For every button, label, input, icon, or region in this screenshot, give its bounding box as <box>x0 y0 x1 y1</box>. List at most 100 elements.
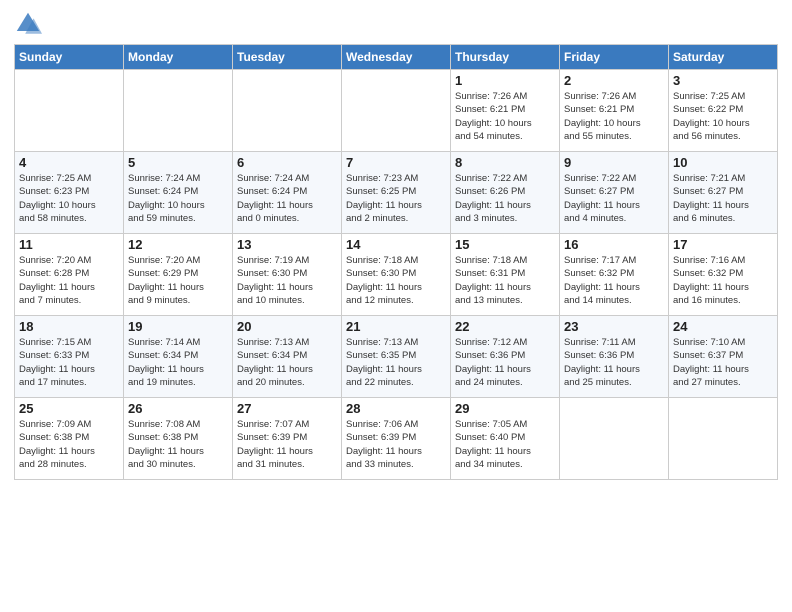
calendar-cell: 24 Sunrise: 7:10 AM Sunset: 6:37 PM Dayli… <box>669 316 778 398</box>
cell-info: Sunrise: 7:09 AM Sunset: 6:38 PM Dayligh… <box>19 418 119 471</box>
cell-date: 26 <box>128 401 228 416</box>
cell-info: Sunrise: 7:17 AM Sunset: 6:32 PM Dayligh… <box>564 254 664 307</box>
cell-info: Sunrise: 7:24 AM Sunset: 6:24 PM Dayligh… <box>128 172 228 225</box>
cell-info: Sunrise: 7:16 AM Sunset: 6:32 PM Dayligh… <box>673 254 773 307</box>
calendar-cell <box>669 398 778 480</box>
cell-info: Sunrise: 7:25 AM Sunset: 6:22 PM Dayligh… <box>673 90 773 143</box>
calendar-week-4: 18Sunrise: 7:15 AM Sunset: 6:33 PM Dayli… <box>15 316 778 398</box>
cell-date: 8 <box>455 155 555 170</box>
cell-date: 4 <box>19 155 119 170</box>
calendar-cell: 13Sunrise: 7:19 AM Sunset: 6:30 PM Dayli… <box>233 234 342 316</box>
cell-info: Sunrise: 7:11 AM Sunset: 6:36 PM Dayligh… <box>564 336 664 389</box>
logo-icon <box>14 10 42 38</box>
calendar-cell: 20 Sunrise: 7:13 AM Sunset: 6:34 PM Dayli… <box>233 316 342 398</box>
calendar-cell: 9 Sunrise: 7:22 AM Sunset: 6:27 PM Daylig… <box>560 152 669 234</box>
page: SundayMondayTuesdayWednesdayThursdayFrid… <box>0 0 792 612</box>
cell-date: 20 <box>237 319 337 334</box>
calendar-cell: 26Sunrise: 7:08 AM Sunset: 6:38 PM Dayli… <box>124 398 233 480</box>
cell-date: 27 <box>237 401 337 416</box>
day-header-monday: Monday <box>124 45 233 70</box>
cell-date: 17 <box>673 237 773 252</box>
calendar-week-3: 11 Sunrise: 7:20 AM Sunset: 6:28 PM Dayli… <box>15 234 778 316</box>
cell-info: Sunrise: 7:13 AM Sunset: 6:34 PM Dayligh… <box>237 336 337 389</box>
cell-info: Sunrise: 7:26 AM Sunset: 6:21 PM Dayligh… <box>455 90 555 143</box>
calendar-cell: 7 Sunrise: 7:23 AM Sunset: 6:25 PM Daylig… <box>342 152 451 234</box>
day-header-thursday: Thursday <box>451 45 560 70</box>
calendar-cell: 14Sunrise: 7:18 AM Sunset: 6:30 PM Dayli… <box>342 234 451 316</box>
calendar-cell: 5 Sunrise: 7:24 AM Sunset: 6:24 PM Daylig… <box>124 152 233 234</box>
calendar-cell: 19 Sunrise: 7:14 AM Sunset: 6:34 PM Dayli… <box>124 316 233 398</box>
cell-date: 6 <box>237 155 337 170</box>
cell-date: 24 <box>673 319 773 334</box>
calendar-cell: 10 Sunrise: 7:21 AM Sunset: 6:27 PM Dayli… <box>669 152 778 234</box>
calendar-cell: 27 Sunrise: 7:07 AM Sunset: 6:39 PM Dayli… <box>233 398 342 480</box>
calendar-cell: 17 Sunrise: 7:16 AM Sunset: 6:32 PM Dayli… <box>669 234 778 316</box>
calendar-cell <box>233 70 342 152</box>
cell-info: Sunrise: 7:25 AM Sunset: 6:23 PM Dayligh… <box>19 172 119 225</box>
calendar-cell: 8 Sunrise: 7:22 AM Sunset: 6:26 PM Daylig… <box>451 152 560 234</box>
cell-date: 7 <box>346 155 446 170</box>
calendar-cell <box>342 70 451 152</box>
day-header-friday: Friday <box>560 45 669 70</box>
calendar-week-1: 1 Sunrise: 7:26 AM Sunset: 6:21 PM Daylig… <box>15 70 778 152</box>
calendar-cell: 25Sunrise: 7:09 AM Sunset: 6:38 PM Dayli… <box>15 398 124 480</box>
calendar-week-2: 4 Sunrise: 7:25 AM Sunset: 6:23 PM Daylig… <box>15 152 778 234</box>
calendar-week-5: 25Sunrise: 7:09 AM Sunset: 6:38 PM Dayli… <box>15 398 778 480</box>
calendar-cell: 3 Sunrise: 7:25 AM Sunset: 6:22 PM Daylig… <box>669 70 778 152</box>
cell-info: Sunrise: 7:10 AM Sunset: 6:37 PM Dayligh… <box>673 336 773 389</box>
cell-info: Sunrise: 7:22 AM Sunset: 6:26 PM Dayligh… <box>455 172 555 225</box>
calendar-cell <box>560 398 669 480</box>
cell-info: Sunrise: 7:26 AM Sunset: 6:21 PM Dayligh… <box>564 90 664 143</box>
header <box>14 10 778 38</box>
cell-date: 29 <box>455 401 555 416</box>
cell-info: Sunrise: 7:20 AM Sunset: 6:29 PM Dayligh… <box>128 254 228 307</box>
calendar-cell: 28 Sunrise: 7:06 AM Sunset: 6:39 PM Dayli… <box>342 398 451 480</box>
day-header-saturday: Saturday <box>669 45 778 70</box>
day-header-tuesday: Tuesday <box>233 45 342 70</box>
cell-info: Sunrise: 7:06 AM Sunset: 6:39 PM Dayligh… <box>346 418 446 471</box>
cell-date: 12 <box>128 237 228 252</box>
cell-info: Sunrise: 7:18 AM Sunset: 6:30 PM Dayligh… <box>346 254 446 307</box>
cell-date: 3 <box>673 73 773 88</box>
cell-info: Sunrise: 7:13 AM Sunset: 6:35 PM Dayligh… <box>346 336 446 389</box>
cell-info: Sunrise: 7:15 AM Sunset: 6:33 PM Dayligh… <box>19 336 119 389</box>
calendar-cell <box>15 70 124 152</box>
cell-date: 15 <box>455 237 555 252</box>
cell-info: Sunrise: 7:14 AM Sunset: 6:34 PM Dayligh… <box>128 336 228 389</box>
calendar-cell: 11 Sunrise: 7:20 AM Sunset: 6:28 PM Dayli… <box>15 234 124 316</box>
cell-date: 9 <box>564 155 664 170</box>
cell-date: 19 <box>128 319 228 334</box>
cell-date: 11 <box>19 237 119 252</box>
calendar-cell: 1 Sunrise: 7:26 AM Sunset: 6:21 PM Daylig… <box>451 70 560 152</box>
logo <box>14 10 44 38</box>
cell-date: 1 <box>455 73 555 88</box>
cell-date: 21 <box>346 319 446 334</box>
cell-info: Sunrise: 7:23 AM Sunset: 6:25 PM Dayligh… <box>346 172 446 225</box>
day-header-sunday: Sunday <box>15 45 124 70</box>
day-header-wednesday: Wednesday <box>342 45 451 70</box>
cell-date: 22 <box>455 319 555 334</box>
calendar-cell: 2 Sunrise: 7:26 AM Sunset: 6:21 PM Daylig… <box>560 70 669 152</box>
cell-info: Sunrise: 7:19 AM Sunset: 6:30 PM Dayligh… <box>237 254 337 307</box>
calendar-cell: 4 Sunrise: 7:25 AM Sunset: 6:23 PM Daylig… <box>15 152 124 234</box>
cell-info: Sunrise: 7:20 AM Sunset: 6:28 PM Dayligh… <box>19 254 119 307</box>
calendar-cell: 6Sunrise: 7:24 AM Sunset: 6:24 PM Daylig… <box>233 152 342 234</box>
calendar-cell: 29 Sunrise: 7:05 AM Sunset: 6:40 PM Dayli… <box>451 398 560 480</box>
cell-date: 2 <box>564 73 664 88</box>
cell-date: 23 <box>564 319 664 334</box>
cell-date: 5 <box>128 155 228 170</box>
calendar-cell: 23 Sunrise: 7:11 AM Sunset: 6:36 PM Dayli… <box>560 316 669 398</box>
header-row: SundayMondayTuesdayWednesdayThursdayFrid… <box>15 45 778 70</box>
calendar-table: SundayMondayTuesdayWednesdayThursdayFrid… <box>14 44 778 480</box>
calendar-cell <box>124 70 233 152</box>
cell-date: 16 <box>564 237 664 252</box>
cell-info: Sunrise: 7:12 AM Sunset: 6:36 PM Dayligh… <box>455 336 555 389</box>
calendar-cell: 15Sunrise: 7:18 AM Sunset: 6:31 PM Dayli… <box>451 234 560 316</box>
calendar-cell: 18Sunrise: 7:15 AM Sunset: 6:33 PM Dayli… <box>15 316 124 398</box>
cell-date: 28 <box>346 401 446 416</box>
cell-info: Sunrise: 7:05 AM Sunset: 6:40 PM Dayligh… <box>455 418 555 471</box>
cell-info: Sunrise: 7:07 AM Sunset: 6:39 PM Dayligh… <box>237 418 337 471</box>
cell-info: Sunrise: 7:22 AM Sunset: 6:27 PM Dayligh… <box>564 172 664 225</box>
cell-info: Sunrise: 7:21 AM Sunset: 6:27 PM Dayligh… <box>673 172 773 225</box>
cell-date: 10 <box>673 155 773 170</box>
